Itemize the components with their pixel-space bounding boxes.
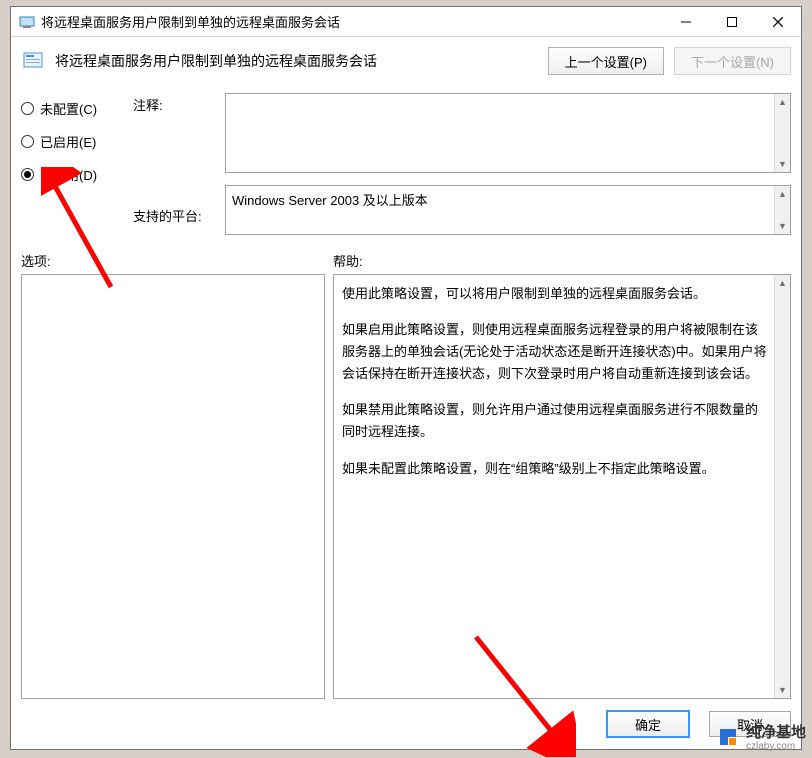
help-text: 使用此策略设置，可以将用户限制到单独的远程桌面服务会话。 如果启用此策略设置，则… [342, 283, 768, 480]
help-paragraph: 如果禁用此策略设置，则允许用户通过使用远程桌面服务进行不限数量的同时远程连接。 [342, 399, 768, 443]
radio-icon [21, 102, 34, 115]
panels: 使用此策略设置，可以将用户限制到单独的远程桌面服务会话。 如果启用此策略设置，则… [21, 274, 791, 699]
help-paragraph: 如果未配置此策略设置，则在“组策略”级别上不指定此策略设置。 [342, 458, 768, 480]
radio-disabled[interactable]: 已禁用(D) [21, 165, 121, 184]
radio-not-configured[interactable]: 未配置(C) [21, 99, 121, 118]
policy-icon [21, 49, 45, 73]
content-area: 将远程桌面服务用户限制到单独的远程桌面服务会话 上一个设置(P) 下一个设置(N… [11, 37, 801, 749]
scrollbar[interactable]: ▲▼ [774, 186, 790, 234]
supported-platform-text: Windows Server 2003 及以上版本 [232, 193, 428, 208]
window-title: 将远程桌面服务用户限制到单独的远程桌面服务会话 [41, 12, 663, 31]
scroll-up-icon: ▲ [775, 94, 790, 110]
titlebar: 将远程桌面服务用户限制到单独的远程桌面服务会话 [11, 7, 801, 37]
policy-title: 将远程桌面服务用户限制到单独的远程桌面服务会话 [55, 51, 538, 71]
next-setting-button: 下一个设置(N) [674, 47, 791, 75]
help-paragraph: 使用此策略设置，可以将用户限制到单独的远程桌面服务会话。 [342, 283, 768, 305]
options-label: 选项: [21, 251, 333, 270]
dialog-window: 将远程桌面服务用户限制到单独的远程桌面服务会话 将远程桌面服务用户限制到单独的远… [10, 6, 802, 750]
options-panel [21, 274, 325, 699]
field-labels: 注释: 支持的平台: [133, 93, 213, 235]
scroll-down-icon: ▼ [775, 156, 790, 172]
field-values: ▲▼ Windows Server 2003 及以上版本 ▲▼ [225, 93, 791, 235]
watermark-url: czlaby.com [746, 742, 806, 752]
help-label: 帮助: [333, 251, 363, 270]
watermark-logo-icon [716, 725, 740, 749]
supported-platform-box: Windows Server 2003 及以上版本 ▲▼ [225, 185, 791, 235]
minimize-button[interactable] [663, 7, 709, 36]
watermark: 纯净基地 czlaby.com [716, 721, 806, 752]
scroll-up-icon: ▲ [775, 275, 790, 291]
header-row: 将远程桌面服务用户限制到单独的远程桌面服务会话 上一个设置(P) 下一个设置(N… [21, 47, 791, 75]
scrollbar[interactable]: ▲▼ [774, 94, 790, 172]
scroll-up-icon: ▲ [775, 186, 790, 202]
close-button[interactable] [755, 7, 801, 36]
config-section: 未配置(C) 已启用(E) 已禁用(D) 注释: 支持的平台: ▲▼ [21, 93, 791, 235]
supported-label: 支持的平台: [133, 206, 213, 225]
radio-label: 已禁用(D) [40, 165, 97, 184]
ok-button[interactable]: 确定 [607, 711, 689, 737]
maximize-button[interactable] [709, 7, 755, 36]
help-panel: 使用此策略设置，可以将用户限制到单独的远程桌面服务会话。 如果启用此策略设置，则… [333, 274, 791, 699]
window-controls [663, 7, 801, 36]
help-paragraph: 如果启用此策略设置，则使用远程桌面服务远程登录的用户将被限制在该服务器上的单独会… [342, 319, 768, 385]
scroll-down-icon: ▼ [775, 682, 790, 698]
scroll-down-icon: ▼ [775, 218, 790, 234]
dialog-footer: 确定 取消 [21, 699, 791, 737]
panel-labels: 选项: 帮助: [21, 251, 791, 270]
app-icon [19, 14, 35, 30]
radio-enabled[interactable]: 已启用(E) [21, 132, 121, 151]
comment-textbox[interactable]: ▲▼ [225, 93, 791, 173]
radio-icon [21, 135, 34, 148]
watermark-text: 纯净基地 [746, 724, 806, 741]
comment-label: 注释: [133, 95, 213, 114]
radio-group: 未配置(C) 已启用(E) 已禁用(D) [21, 93, 121, 235]
radio-label: 未配置(C) [40, 99, 97, 118]
previous-setting-button[interactable]: 上一个设置(P) [548, 47, 664, 75]
radio-icon [21, 168, 34, 181]
scrollbar[interactable]: ▲▼ [774, 275, 790, 698]
radio-label: 已启用(E) [40, 132, 96, 151]
